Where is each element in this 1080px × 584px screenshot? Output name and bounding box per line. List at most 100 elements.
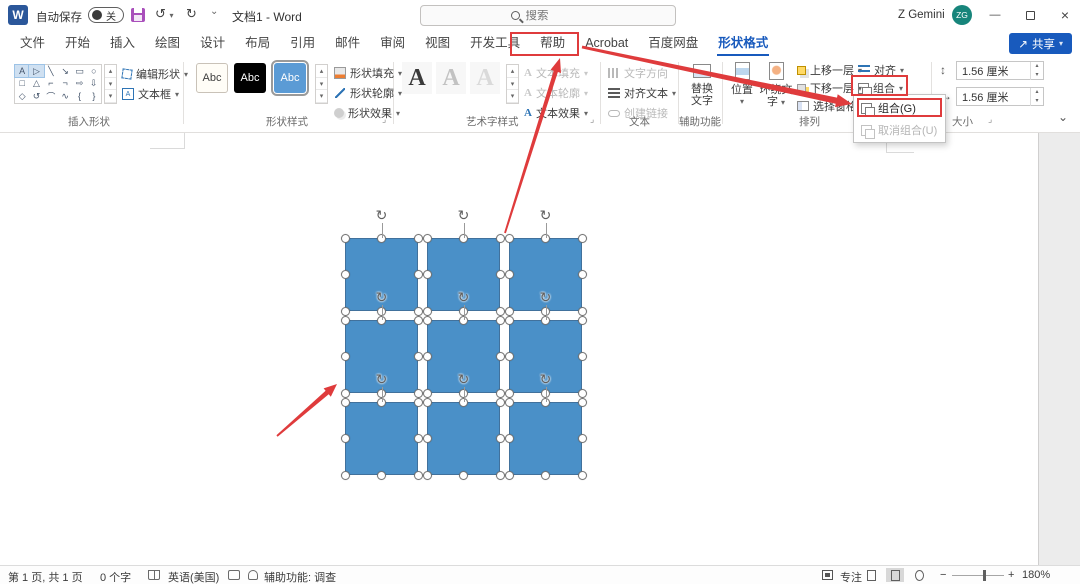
align-button[interactable]: 对齐▾ [858,61,904,79]
rotate-handle-icon[interactable]: ↻ [455,371,473,388]
text-fill-button[interactable]: A 文本填充▾ [524,64,588,82]
shape-gallery-item[interactable]: ▭ [72,65,86,77]
tab-引用[interactable]: 引用 [280,30,325,57]
resize-handle[interactable] [505,434,514,443]
shape-gallery-item[interactable]: ↺ [29,89,43,103]
shape-gallery-item[interactable]: ◇ [15,89,29,103]
shape-style-scroll[interactable]: ▴▾▾ [315,64,328,104]
resize-handle[interactable] [423,307,432,316]
text-box-button[interactable]: A 文本框▾ [122,85,179,103]
resize-handle[interactable] [414,307,423,316]
resize-handle[interactable] [505,389,514,398]
tab-视图[interactable]: 视图 [415,30,460,57]
resize-handle[interactable] [341,434,350,443]
position-button[interactable]: 位置 ▾ [728,62,756,108]
shape-style-thumb-1[interactable]: Abc [196,63,228,93]
resize-handle[interactable] [496,352,505,361]
resize-handle[interactable] [423,434,432,443]
web-layout-button[interactable] [910,568,928,582]
rotate-handle-icon[interactable]: ↻ [455,207,473,224]
resize-handle[interactable] [541,471,550,480]
restore-button[interactable] [1013,0,1047,30]
resize-handle[interactable] [578,234,587,243]
wordart-scroll[interactable]: ▴▾▾ [506,64,519,104]
resize-handle[interactable] [423,270,432,279]
undo-button[interactable]: ↺ ▾ [155,6,174,22]
resize-handle[interactable] [578,352,587,361]
wordart-thumb-3[interactable]: A [470,62,500,94]
shape-style-thumb-3-selected[interactable]: Abc [274,63,306,93]
bring-forward-button[interactable]: 上移一层▾ [797,61,862,79]
search-box[interactable] [420,5,676,26]
accessibility-icon[interactable] [248,570,258,580]
shape-fill-button[interactable]: 形状填充▾ [334,64,402,82]
alt-text-button[interactable]: 替换 文字 [684,64,720,107]
align-text-button[interactable]: 对齐文本▾ [608,84,676,102]
resize-handle[interactable] [496,307,505,316]
resize-handle[interactable] [578,307,587,316]
share-button[interactable]: ↗ 共享 ▾ [1009,33,1072,54]
resize-handle[interactable] [496,434,505,443]
shape-gallery-item[interactable]: ⇨ [72,77,86,89]
tab-布局[interactable]: 布局 [235,30,280,57]
resize-handle[interactable] [505,352,514,361]
resize-handle[interactable] [578,316,587,325]
zoom-slider[interactable] [952,575,1004,576]
resize-handle[interactable] [459,471,468,480]
wrap-text-button[interactable]: 环绕文 字 ▾ [758,62,794,109]
shape-gallery-item[interactable]: ¬ [58,77,72,89]
resize-handle[interactable] [414,471,423,480]
user-name[interactable]: Z Gemini [898,9,945,21]
language-status[interactable]: 英语(美国) [168,569,219,584]
resize-handle[interactable] [423,398,432,407]
shape-gallery-item[interactable]: } [87,89,101,103]
resize-handle[interactable] [423,471,432,480]
shape-gallery-item[interactable]: ○ [87,65,101,77]
read-mode-button[interactable] [862,568,880,582]
scroll-up-icon[interactable]: ▴ [105,65,116,78]
resize-handle[interactable] [341,316,350,325]
tab-开始[interactable]: 开始 [55,30,100,57]
word-logo-icon[interactable]: W [8,5,28,25]
tab-审阅[interactable]: 审阅 [370,30,415,57]
shape-gallery-scroll[interactable]: ▴ ▾ ▾ [104,64,117,104]
resize-handle[interactable] [578,471,587,480]
minimize-button[interactable]: — [978,0,1012,30]
rotate-handle-icon[interactable]: ↻ [537,289,555,306]
dialog-launcher-icon[interactable]: ⌟ [382,114,386,125]
resize-handle[interactable] [423,389,432,398]
document-canvas[interactable]: ↻↻↻↻↻↻↻↻↻ 按住Ctrl键点击选择所有正方形 [0,133,1080,565]
resize-handle[interactable] [505,316,514,325]
collapse-ribbon-button[interactable]: ⌄ [1058,110,1068,124]
autosave-toggle[interactable]: 关 [88,7,124,23]
resize-handle[interactable] [496,234,505,243]
resize-handle[interactable] [341,270,350,279]
shape-gallery-item[interactable]: ╲ [44,65,58,77]
resize-handle[interactable] [414,398,423,407]
resize-handle[interactable] [578,389,587,398]
scroll-down-icon[interactable]: ▾ [105,78,116,91]
tab-邮件[interactable]: 邮件 [325,30,370,57]
blue-square[interactable] [427,402,500,475]
resize-handle[interactable] [505,307,514,316]
resize-handle[interactable] [414,316,423,325]
resize-handle[interactable] [578,398,587,407]
rotate-handle-icon[interactable]: ↻ [537,371,555,388]
rotate-handle-icon[interactable]: ↻ [373,207,391,224]
dialog-launcher-icon[interactable]: ⌟ [988,114,992,125]
resize-handle[interactable] [505,471,514,480]
resize-handle[interactable] [423,316,432,325]
resize-handle[interactable] [423,234,432,243]
save-icon[interactable] [131,8,145,22]
shape-gallery-item[interactable]: A [15,65,29,77]
resize-handle[interactable] [341,307,350,316]
selection-pane-button[interactable]: 选择窗格 [797,97,857,115]
blue-square[interactable] [509,402,582,475]
shape-outline-button[interactable]: 形状轮廓▾ [334,84,402,102]
tab-开发工具[interactable]: 开发工具 [460,30,530,57]
resize-handle[interactable] [414,270,423,279]
zoom-slider-thumb[interactable] [983,570,986,581]
resize-handle[interactable] [505,398,514,407]
resize-handle[interactable] [505,234,514,243]
resize-handle[interactable] [496,389,505,398]
